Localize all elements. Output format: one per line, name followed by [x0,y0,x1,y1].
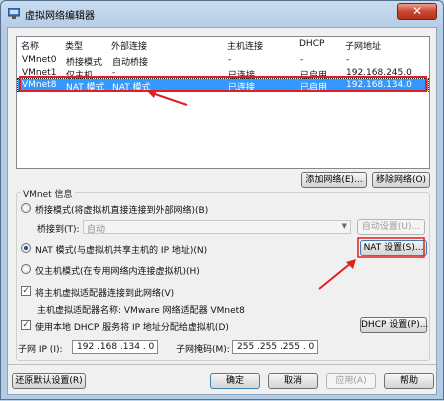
list-header: 名称 类型 外部连接 主机连接 DHCP 子网地址 [17,37,429,53]
bridged-to-select: 自动 ▼ [83,220,351,235]
nat-mode-radio[interactable] [21,243,31,253]
dhcp-settings-button[interactable]: DHCP 设置(P)... [360,317,428,333]
connect-adapter-label[interactable]: 将主机虚拟适配器连接到此网络(V) [35,286,174,299]
col-dhcp-header[interactable]: DHCP [299,39,324,49]
subnet-ip-label: 子网 IP (I): [18,345,63,355]
ok-button[interactable]: 确定 [210,373,260,389]
bridged-mode-label[interactable]: 桥接模式(将虚拟机直接连接到外部网络)(B) [35,203,208,216]
cell-name: VMnet0 [22,55,57,65]
annotation-highlight-box [19,76,427,92]
title-bar: 虚拟网络编辑器 ✕ [1,1,443,27]
bridged-to-label: 桥接到(T): [37,225,80,235]
vmnet-info-label: VMnet 信息 [21,187,75,200]
network-list[interactable]: 名称 类型 外部连接 主机连接 DHCP 子网地址 VMnet0 桥接模式 自动… [16,36,430,169]
col-external-header[interactable]: 外部连接 [111,39,147,52]
bridged-to-value: 自动 [87,225,106,235]
remove-network-button[interactable]: 移除网络(O) [372,172,430,188]
auto-settings-button: 自动设置(U)... [357,219,425,235]
dropdown-arrow-icon: ▼ [341,222,347,230]
vmnet-info-group: VMnet 信息 桥接模式(将虚拟机直接连接到外部网络)(B) 桥接到(T): … [16,187,430,361]
col-name-header[interactable]: 名称 [21,39,39,52]
cancel-button[interactable]: 取消 [268,373,318,389]
window-title: 虚拟网络编辑器 [25,11,95,22]
use-dhcp-label[interactable]: 使用本地 DHCP 服务将 IP 地址分配给虚拟机(D) [35,320,229,333]
subnet-mask-field[interactable]: 255 .255 .255 . 0 [232,340,318,354]
use-dhcp-checkbox[interactable]: ✓ [21,320,31,330]
add-network-button[interactable]: 添加网络(E)... [301,172,367,188]
col-subnet-header[interactable]: 子网地址 [345,39,381,52]
help-button[interactable]: 帮助 [384,373,434,389]
adapter-name-text: 主机虚拟适配器名称: VMware 网络适配器 VMnet8 [37,306,245,316]
restore-defaults-button[interactable]: 还原默认设置(R) [12,373,86,389]
close-button[interactable]: ✕ [397,3,437,20]
apply-button: 应用(A) [326,373,376,389]
host-only-radio[interactable] [21,264,31,274]
subnet-mask-label: 子网掩码(M): [176,345,230,355]
subnet-ip-field[interactable]: 192 .168 .134 . 0 [72,340,158,354]
col-type-header[interactable]: 类型 [65,39,83,52]
virtual-network-editor-window: 虚拟网络编辑器 ✕ 名称 类型 外部连接 主机连接 DHCP 子网地址 VMne… [0,0,444,400]
cell-host: - [228,55,232,65]
network-app-icon [8,8,20,19]
nat-settings-button[interactable]: NAT 设置(S)... [360,240,427,256]
table-row[interactable]: VMnet0 桥接模式 自动桥接 - - - [18,54,428,68]
col-host-header[interactable]: 主机连接 [227,39,263,52]
nat-mode-label[interactable]: NAT 模式(与虚拟机共享主机的 IP 地址)(N) [35,243,207,256]
footer-divider [8,364,436,365]
cell-subnet: - [346,55,350,65]
host-only-label[interactable]: 仅主机模式(在专用网络内连接虚拟机)(H) [35,264,200,277]
connect-adapter-checkbox[interactable]: ✓ [21,286,31,296]
cell-dhcp: - [300,55,304,65]
bridged-mode-radio[interactable] [21,203,31,213]
dialog-body: 名称 类型 外部连接 主机连接 DHCP 子网地址 VMnet0 桥接模式 自动… [7,27,437,395]
